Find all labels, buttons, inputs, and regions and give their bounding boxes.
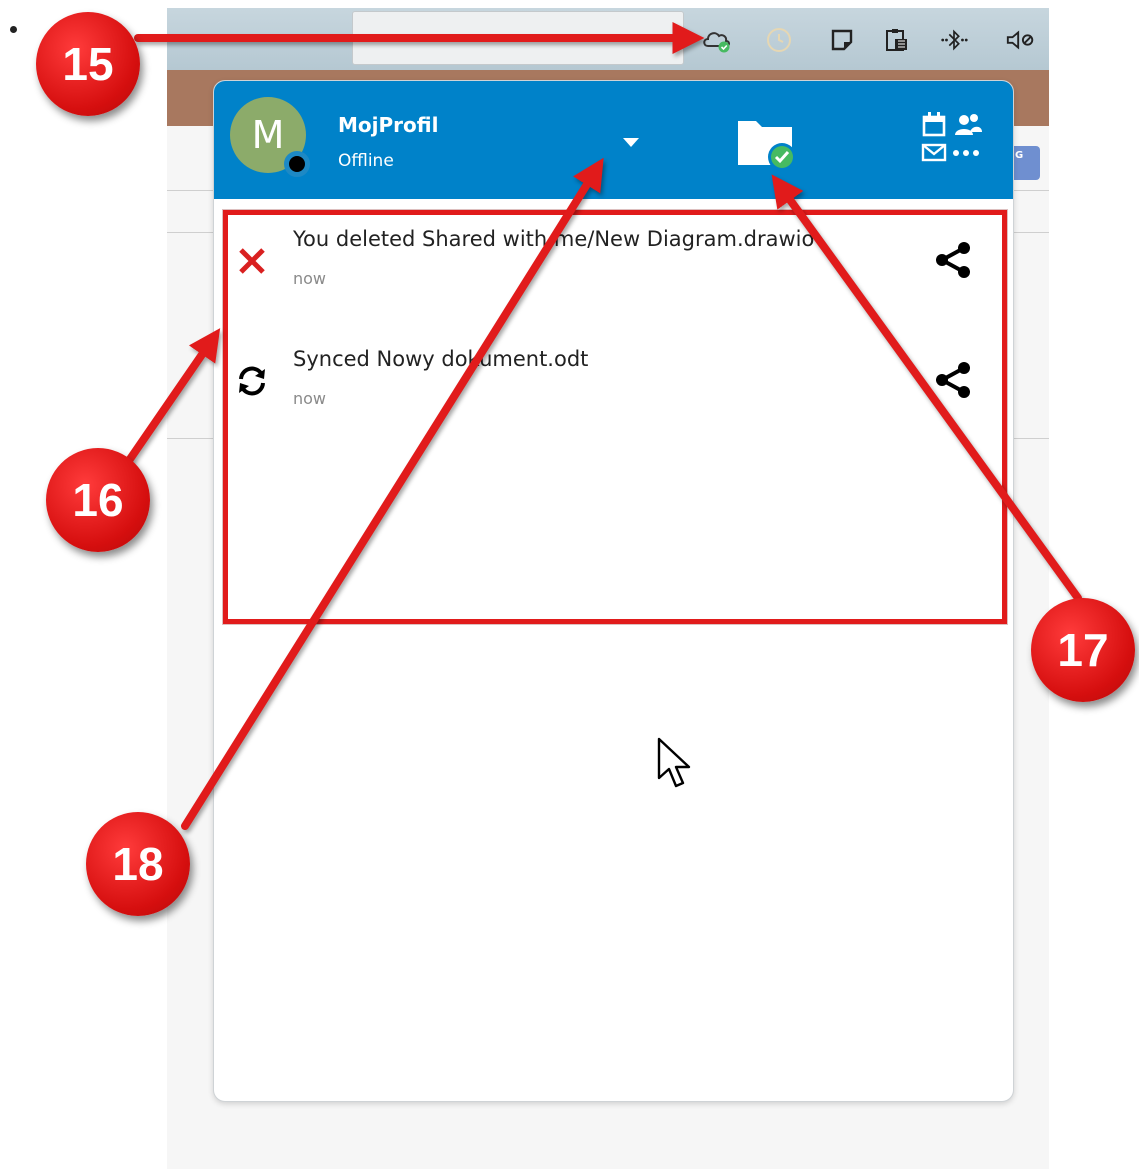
arrow-16 bbox=[124, 328, 221, 466]
callout-18: 18 bbox=[86, 812, 190, 916]
screenshot-stage: G M MojProfil Offline You deleted Shared… bbox=[0, 0, 1139, 1169]
mouse-cursor-icon bbox=[657, 737, 691, 788]
callout-17: 17 bbox=[1031, 598, 1135, 702]
annotation-arrows bbox=[124, 22, 1082, 830]
callout-16: 16 bbox=[46, 448, 150, 552]
arrow-17 bbox=[771, 174, 1082, 602]
arrow-18 bbox=[181, 157, 604, 830]
callout-15: 15 bbox=[36, 12, 140, 116]
